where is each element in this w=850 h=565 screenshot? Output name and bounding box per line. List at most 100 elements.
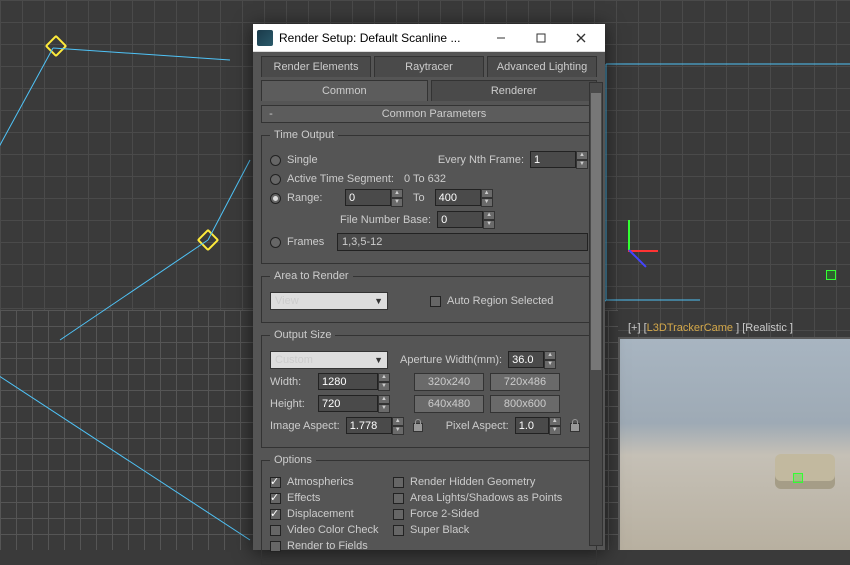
spinner-buttons[interactable]: ▲▼ [378, 395, 390, 413]
checkbox-render-hidden[interactable] [393, 477, 404, 488]
checkbox-atmospherics[interactable] [270, 477, 281, 488]
label-render-hidden: Render Hidden Geometry [410, 476, 535, 488]
viewport-prefix: [+] [ [628, 322, 647, 334]
rollout-header-common[interactable]: - Common Parameters [261, 105, 597, 123]
perspective-viewport[interactable] [618, 337, 850, 550]
tab-raytracer[interactable]: Raytracer [374, 56, 484, 77]
spinner-buttons[interactable]: ▲▼ [576, 151, 588, 169]
spinner-buttons[interactable]: ▲▼ [483, 211, 495, 229]
preset-720x486[interactable]: 720x486 [490, 373, 560, 391]
group-area-to-render: Area to Render View▼ Auto Region Selecte… [261, 270, 597, 323]
radio-active-segment[interactable] [270, 174, 281, 185]
range-to-input[interactable] [435, 189, 481, 206]
label-auto-region: Auto Region Selected [447, 295, 553, 307]
label-render-fields: Render to Fields [287, 540, 368, 552]
frames-input[interactable] [337, 233, 588, 251]
aperture-input[interactable] [508, 351, 544, 368]
checkbox-super-black[interactable] [393, 525, 404, 536]
scene-object [775, 454, 835, 489]
file-number-base-input[interactable] [437, 211, 483, 228]
radio-single[interactable] [270, 155, 281, 166]
radio-range[interactable] [270, 193, 281, 204]
checkbox-force-2sided[interactable] [393, 509, 404, 520]
preset-640x480[interactable]: 640x480 [414, 395, 484, 413]
width-input[interactable] [318, 373, 378, 390]
lock-icon[interactable] [569, 419, 581, 433]
group-options: Options Atmospherics Render Hidden Geome… [261, 454, 597, 565]
area-dropdown[interactable]: View▼ [270, 292, 388, 310]
preset-320x240[interactable]: 320x240 [414, 373, 484, 391]
every-nth-input[interactable] [530, 151, 576, 168]
tab-row-2: Common Renderer [261, 80, 597, 101]
legend-area: Area to Render [270, 270, 353, 282]
output-size-value: Custom [275, 354, 313, 366]
legend-output-size: Output Size [270, 329, 335, 341]
label-pixel-aspect: Pixel Aspect: [446, 420, 509, 432]
label-width: Width: [270, 376, 312, 388]
scrollbar[interactable] [589, 82, 603, 546]
output-size-dropdown[interactable]: Custom ▼ [270, 351, 388, 369]
preset-800x600[interactable]: 800x600 [490, 395, 560, 413]
label-frames: Frames [287, 236, 331, 248]
label-active-segment: Active Time Segment: [287, 173, 394, 185]
checkbox-displacement[interactable] [270, 509, 281, 520]
checkbox-effects[interactable] [270, 493, 281, 504]
axis-y [628, 220, 630, 250]
label-file-number-base: File Number Base: [340, 214, 431, 226]
tab-render-elements[interactable]: Render Elements [261, 56, 371, 77]
rollout-title: Common Parameters [276, 108, 592, 120]
spinner-buttons[interactable]: ▲▼ [481, 189, 493, 207]
titlebar[interactable]: Render Setup: Default Scanline ... [253, 24, 605, 52]
spinner-buttons[interactable]: ▲▼ [544, 351, 556, 369]
viewport-mode: ] [Realistic ] [733, 322, 793, 334]
range-from-input[interactable] [345, 189, 391, 206]
label-atmospherics: Atmospherics [287, 476, 387, 488]
checkbox-area-lights[interactable] [393, 493, 404, 504]
legend-options: Options [270, 454, 316, 466]
legend-time-output: Time Output [270, 129, 338, 141]
viewport-camera-name: L3DTrackerCame [647, 322, 733, 334]
viewport-label[interactable]: [+] [L3DTrackerCame ] [Realistic ] [628, 322, 793, 334]
render-setup-dialog: Render Setup: Default Scanline ... Rende… [253, 24, 605, 550]
label-super-black: Super Black [410, 524, 469, 536]
label-aperture: Aperture Width(mm): [400, 354, 502, 366]
label-range: Range: [287, 192, 339, 204]
label-force-2sided: Force 2-Sided [410, 508, 479, 520]
image-aspect-input[interactable] [346, 417, 392, 434]
area-dropdown-value: View [275, 295, 299, 307]
label-single: Single [287, 154, 318, 166]
close-button[interactable] [561, 24, 601, 52]
spinner-buttons[interactable]: ▲▼ [391, 189, 403, 207]
height-input[interactable] [318, 395, 378, 412]
checkbox-video-color[interactable] [270, 525, 281, 536]
spinner-buttons[interactable]: ▲▼ [378, 373, 390, 391]
group-output-size: Output Size Custom▼ Aperture Width(mm): … [261, 329, 597, 448]
collapse-icon: - [266, 108, 276, 120]
gizmo-handle[interactable] [826, 270, 836, 280]
chevron-down-icon: ▼ [374, 355, 383, 365]
pixel-aspect-input[interactable] [515, 417, 549, 434]
spinner-buttons[interactable]: ▲▼ [549, 417, 561, 435]
radio-frames[interactable] [270, 237, 281, 248]
tab-renderer[interactable]: Renderer [431, 80, 598, 101]
minimize-button[interactable] [481, 24, 521, 52]
tab-common[interactable]: Common [261, 80, 428, 101]
app-icon [257, 30, 273, 46]
maximize-button[interactable] [521, 24, 561, 52]
group-time-output: Time Output Single Every Nth Frame: ▲▼ A… [261, 129, 597, 264]
label-area-lights: Area Lights/Shadows as Points [410, 492, 562, 504]
label-displacement: Displacement [287, 508, 387, 520]
label-every-nth: Every Nth Frame: [438, 154, 524, 166]
value-active-segment: 0 To 632 [404, 173, 446, 185]
checkbox-auto-region[interactable] [430, 296, 441, 307]
gizmo-handle[interactable] [793, 473, 803, 483]
label-height: Height: [270, 398, 312, 410]
scrollbar-thumb[interactable] [591, 93, 601, 370]
dialog-body: Render Elements Raytracer Advanced Light… [253, 52, 605, 550]
spinner-buttons[interactable]: ▲▼ [392, 417, 404, 435]
label-to: To [413, 192, 425, 204]
tab-row-1: Render Elements Raytracer Advanced Light… [261, 56, 597, 77]
tab-advanced-lighting[interactable]: Advanced Lighting [487, 56, 597, 77]
label-video-color: Video Color Check [287, 524, 387, 536]
lock-icon[interactable] [412, 419, 424, 433]
